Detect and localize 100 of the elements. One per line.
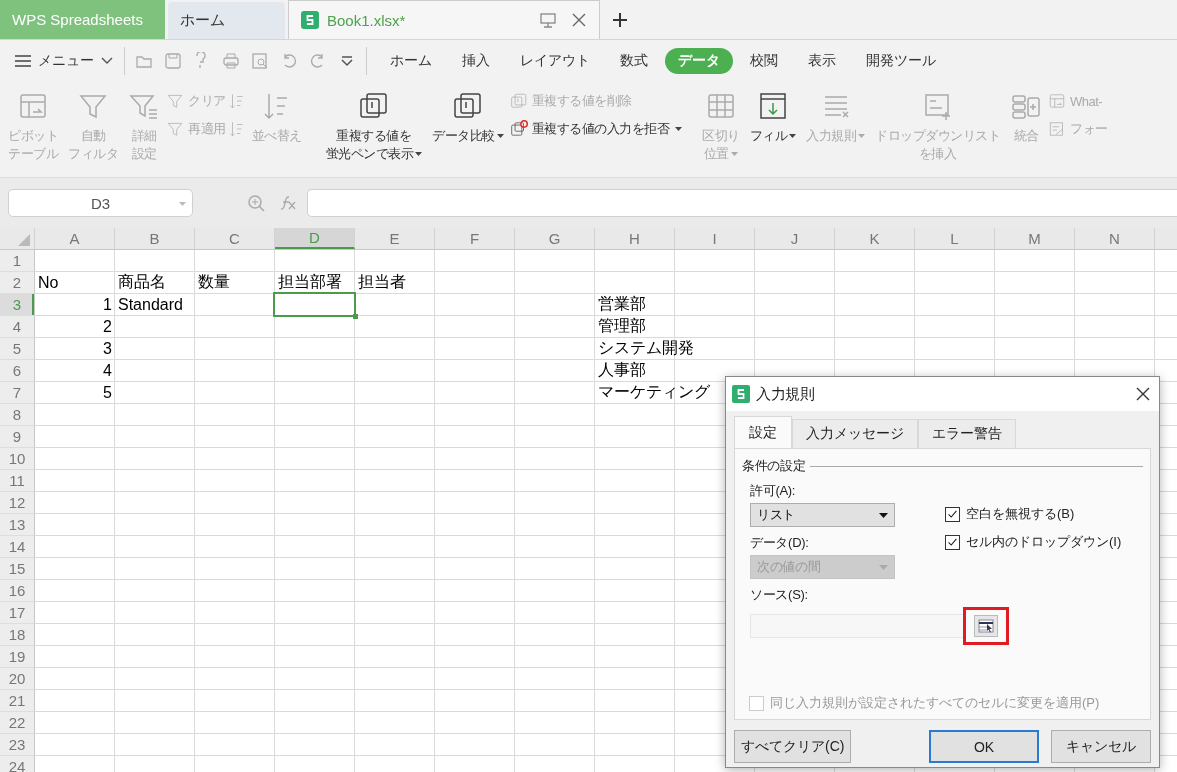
row-header[interactable]: 4 [0,316,35,338]
row-header[interactable]: 16 [0,580,35,602]
row-header[interactable]: 3 [0,294,35,316]
column-header[interactable]: L [915,228,995,249]
row-header[interactable]: 13 [0,514,35,536]
row-header[interactable]: 23 [0,734,35,756]
ribbon-tab[interactable]: 数式 [607,48,661,74]
cell-text: Standard [118,295,183,314]
menu-button[interactable]: メニュー [14,52,114,70]
row-header[interactable]: 7 [0,382,35,404]
column-header[interactable]: F [435,228,515,249]
filter-icon [166,92,184,110]
row-header[interactable]: 5 [0,338,35,360]
field-label: 許可(A): [750,482,797,500]
ribbon-button[interactable]: 重複する値の入力を拒否 [509,120,682,138]
select-all-icon[interactable] [18,234,30,246]
row-header[interactable]: 21 [0,690,35,712]
function-icon[interactable] [279,195,297,211]
row-header[interactable]: 10 [0,448,35,470]
dialog-tab[interactable]: 設定 [734,416,792,448]
zoom-icon[interactable] [247,194,265,212]
dialog-button[interactable]: キャンセル [1051,730,1151,763]
caret-icon [858,134,865,140]
column-header[interactable]: G [515,228,595,249]
cell-text: 3 [103,339,112,358]
column-header[interactable]: K [835,228,915,249]
column-header[interactable]: E [355,228,435,249]
section-title: 条件の設定 [742,457,806,475]
filter-icon [166,120,184,138]
row-header[interactable]: 1 [0,250,35,272]
ribbon-tab[interactable]: 表示 [795,48,849,74]
row-header[interactable]: 17 [0,602,35,624]
row-header[interactable]: 22 [0,712,35,734]
checkbox[interactable]: セル内のドロップダウン(I) [945,533,1122,551]
row-header[interactable]: 18 [0,624,35,646]
cell-text: 商品名 [118,272,166,292]
cell-text: No [38,273,59,292]
row-header[interactable]: 8 [0,404,35,426]
ribbon-tab[interactable]: データ [665,48,733,74]
formula-field[interactable] [307,189,1177,217]
table-icon [1048,92,1066,110]
name-box[interactable]: D3 [8,189,193,217]
selected-cell[interactable] [273,292,356,317]
row-header[interactable]: 15 [0,558,35,580]
column-header[interactable]: N [1075,228,1155,249]
ribbon-tab[interactable]: 挿入 [449,48,503,74]
field-label: ソース(S): [750,586,809,604]
column-header[interactable]: D [275,228,355,249]
ribbon-button[interactable]: 重複する値を 蛍光ペンで表示 [321,90,426,177]
row-header[interactable]: 11 [0,470,35,492]
row-header[interactable]: 6 [0,360,35,382]
ribbon-button[interactable]: フィル [745,90,800,177]
cell-text: 営業部 [598,294,646,314]
checkbox[interactable]: 空白を無視する(B) [945,505,1122,523]
column-header[interactable]: B [115,228,195,249]
caret-icon [179,202,186,206]
dialog-button[interactable]: OK [929,730,1039,763]
row-header[interactable]: 14 [0,536,35,558]
column-header[interactable]: J [755,228,835,249]
cell-text: 管理部 [598,316,646,336]
save-icon[interactable] [164,52,182,70]
close-icon[interactable] [1135,386,1151,402]
app-tab[interactable]: WPS Spreadsheets [0,0,165,39]
source-field[interactable] [750,614,966,638]
column-header[interactable]: M [995,228,1075,249]
ribbon-tab[interactable]: レイアウト [507,48,603,74]
cell-text: 2 [103,317,112,336]
ribbon-button[interactable]: データ比較 [428,90,508,177]
row-header[interactable]: 12 [0,492,35,514]
dialog-tab[interactable]: エラー警告 [918,419,1016,448]
row-header[interactable]: 19 [0,646,35,668]
row-header[interactable]: 9 [0,426,35,448]
column-header[interactable]: I [675,228,755,249]
caret-icon [879,512,888,518]
home-tab[interactable]: ホーム [168,2,285,39]
print-preview-icon[interactable] [251,52,269,70]
row-header[interactable]: 20 [0,668,35,690]
spreadsheet-icon [301,11,319,29]
range-select-button[interactable] [974,615,998,637]
dialog-tab[interactable]: 入力メッセージ [792,419,918,448]
field-label: データ(D): [750,534,810,552]
ribbon-tab[interactable]: ホーム [377,48,445,74]
cell-text: 4 [103,361,112,380]
print-icon[interactable] [222,52,240,70]
row-header[interactable]: 2 [0,272,35,294]
dialog-button[interactable]: すべてクリア(C) [734,730,852,763]
monitor-icon[interactable] [539,11,557,29]
caret-icon [789,134,796,140]
row-header[interactable]: 24 [0,756,35,772]
cell-text: 担当部署 [278,272,342,292]
copy-block-icon [509,120,528,138]
column-header[interactable]: A [35,228,115,249]
ribbon-tab[interactable]: 校閲 [737,48,791,74]
dropdown[interactable]: リスト [750,503,895,527]
document-tab[interactable]: Book1.xlsx* [288,0,600,39]
column-header[interactable]: H [595,228,675,249]
cell-text: 人事部 [598,360,646,380]
caret-icon [496,134,504,140]
ribbon-tab[interactable]: 開発ツール [853,48,949,74]
caret-icon [675,126,682,132]
